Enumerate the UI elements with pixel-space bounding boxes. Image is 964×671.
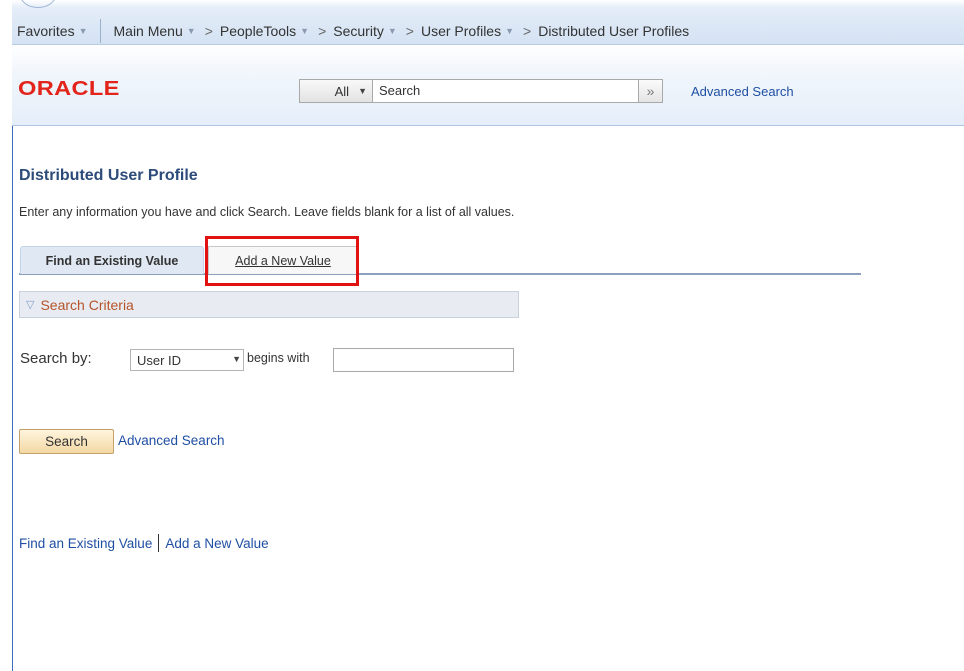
breadcrumb-peopletools[interactable]: PeopleTools ▼ (220, 23, 309, 39)
operator-label: begins with (247, 351, 310, 365)
breadcrumb-label: Security (333, 23, 384, 39)
search-criteria-label: Search Criteria (40, 296, 134, 313)
instructions-text: Enter any information you have and click… (19, 205, 515, 219)
breadcrumb-arrow-icon: > (523, 23, 532, 39)
tab-bar: Find an Existing Value Add a New Value (19, 246, 861, 275)
search-field-value: User ID (137, 352, 182, 368)
favorites-menu[interactable]: Favorites ▼ (17, 23, 88, 39)
user-id-input[interactable] (333, 348, 514, 372)
chevron-down-icon: ▼ (505, 26, 515, 36)
breadcrumb-arrow-icon: > (204, 23, 213, 39)
chevron-down-icon: ▼ (300, 26, 310, 36)
top-navigation-bar: Favorites ▼ Main Menu ▼ > PeopleTools ▼ … (12, 0, 964, 45)
main-menu[interactable]: Main Menu ▼ (114, 23, 196, 39)
header-band: ORACLE All ▼ Search » Advanced Search (12, 45, 964, 126)
breadcrumb-distributed-user-profiles[interactable]: Distributed User Profiles (538, 23, 689, 39)
chevron-down-icon: ▼ (186, 26, 196, 36)
breadcrumb-arrow-icon: > (405, 23, 414, 39)
breadcrumb-label: User Profiles (420, 23, 502, 39)
tab-find-existing-value[interactable]: Find an Existing Value (20, 246, 204, 274)
chevron-down-icon: ▼ (78, 26, 88, 36)
breadcrumb: Favorites ▼ Main Menu ▼ > PeopleTools ▼ … (12, 19, 689, 43)
global-search: All ▼ Search » (299, 79, 663, 103)
oracle-logo: ORACLE (18, 78, 120, 100)
highlight-annotation (205, 236, 359, 286)
main-menu-label: Main Menu (113, 23, 183, 39)
favorites-label: Favorites (17, 23, 75, 39)
chevron-down-icon: ▼ (358, 86, 367, 96)
breadcrumb-user-profiles[interactable]: User Profiles ▼ (421, 23, 514, 39)
search-go-button[interactable]: » (639, 79, 663, 103)
breadcrumb-label: Distributed User Profiles (538, 23, 690, 39)
search-scope-value: All (334, 83, 350, 99)
collapse-triangle-icon: ▽ (26, 299, 35, 311)
breadcrumb-arrow-icon: > (318, 23, 327, 39)
breadcrumb-security[interactable]: Security ▼ (333, 23, 397, 39)
search-field-select[interactable]: User ID ▼ (130, 349, 244, 371)
advanced-search-link[interactable]: Advanced Search (118, 433, 225, 448)
chevron-down-icon: ▼ (232, 354, 241, 364)
nav-decor-arc (20, 0, 56, 8)
bottom-find-existing-link[interactable]: Find an Existing Value (19, 536, 152, 551)
double-chevron-right-icon: » (646, 83, 655, 99)
peoplesoft-window: Favorites ▼ Main Menu ▼ > PeopleTools ▼ … (0, 0, 964, 671)
link-divider (158, 534, 160, 552)
nav-divider (99, 19, 101, 43)
search-input[interactable]: Search (373, 79, 639, 103)
search-criteria-header[interactable]: ▽ Search Criteria (19, 291, 519, 318)
breadcrumb-label: PeopleTools (219, 23, 297, 39)
page-title: Distributed User Profile (19, 167, 198, 184)
chevron-down-icon: ▼ (387, 26, 397, 36)
advanced-search-link-header[interactable]: Advanced Search (691, 84, 794, 99)
bottom-add-new-link[interactable]: Add a New Value (165, 536, 268, 551)
search-scope-select[interactable]: All ▼ (299, 79, 373, 103)
search-by-label: Search by: (20, 350, 92, 367)
search-button[interactable]: Search (19, 429, 114, 454)
bottom-links: Find an Existing Value Add a New Value (19, 534, 269, 552)
